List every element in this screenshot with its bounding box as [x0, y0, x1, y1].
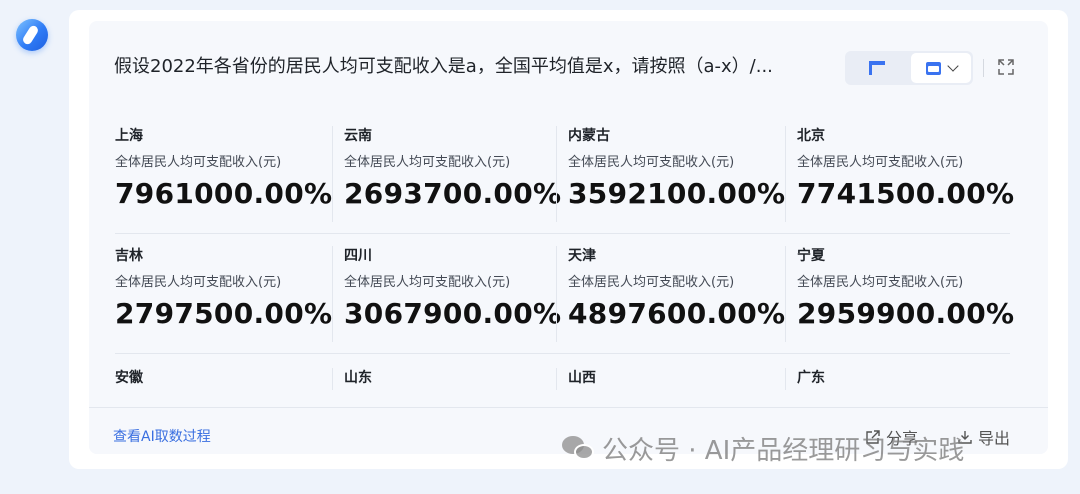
province-card: 吉林 全体居民人均可支配收入(元) 2797500.00%: [115, 246, 339, 331]
cell-divider: [785, 246, 786, 342]
metric-label: 全体居民人均可支配收入(元): [568, 275, 735, 290]
metric-value: 4897600.00%: [568, 297, 786, 330]
province-name: 山西: [568, 370, 596, 386]
export-button[interactable]: 导出: [957, 425, 1010, 449]
cell-divider: [556, 368, 557, 390]
province-card: 四川 全体居民人均可支配收入(元) 3067900.00%: [332, 246, 568, 342]
cell-divider: [332, 126, 333, 222]
calendar-chart-icon: [925, 61, 941, 75]
province-name: 广东: [797, 370, 825, 386]
province-card: 北京 全体居民人均可支配收入(元) 7741500.00%: [785, 126, 1021, 222]
province-card: 广东: [785, 368, 1021, 390]
metric-label: 全体居民人均可支配收入(元): [568, 155, 735, 170]
metric-label: 全体居民人均可支配收入(元): [344, 275, 511, 290]
watermark: 公众号 · AI产品经理研习与实践: [562, 430, 964, 467]
province-name: 山东: [344, 370, 372, 386]
metric-label: 全体居民人均可支配收入(元): [115, 155, 282, 170]
cell-divider: [556, 126, 557, 222]
cell-divider: [332, 246, 333, 342]
table-view-button[interactable]: [845, 51, 909, 85]
province-name: 内蒙古: [568, 128, 610, 144]
result-panel: 假设2022年各省份的居民人均可支配收入是a，全国平均值是x，请按照（a-x）/…: [89, 21, 1048, 454]
province-name: 吉林: [115, 248, 143, 264]
app-logo: [16, 19, 48, 51]
view-toggle: [845, 51, 973, 85]
table-icon: [869, 61, 885, 75]
province-name: 四川: [344, 248, 372, 264]
toolbar-divider: [983, 59, 984, 77]
province-name: 云南: [344, 128, 372, 144]
cell-divider: [785, 126, 786, 222]
metric-label: 全体居民人均可支配收入(元): [115, 275, 282, 290]
answer-card: 假设2022年各省份的居民人均可支配收入是a，全国平均值是x，请按照（a-x）/…: [69, 10, 1068, 469]
metric-value: 2693700.00%: [344, 177, 562, 210]
province-card: 上海 全体居民人均可支配收入(元) 7961000.00%: [115, 126, 339, 211]
metric-value: 3067900.00%: [344, 297, 562, 330]
metric-value: 2959900.00%: [797, 297, 1015, 330]
cell-divider: [556, 246, 557, 342]
row-divider: [115, 353, 1010, 354]
export-label: 导出: [978, 429, 1011, 448]
metric-label: 全体居民人均可支配收入(元): [797, 155, 964, 170]
watermark-text: 公众号 · AI产品经理研习与实践: [602, 436, 965, 466]
wechat-icon: [562, 435, 594, 462]
province-name: 北京: [797, 128, 825, 144]
expand-icon[interactable]: [998, 59, 1014, 75]
province-name: 天津: [568, 248, 596, 264]
chevron-down-icon: [946, 60, 959, 72]
question-text: 假设2022年各省份的居民人均可支配收入是a，全国平均值是x，请按照（a-x）/…: [114, 56, 773, 77]
metric-value: 3592100.00%: [568, 177, 786, 210]
province-card: 云南 全体居民人均可支配收入(元) 2693700.00%: [332, 126, 568, 222]
province-card: 宁夏 全体居民人均可支配收入(元) 2959900.00%: [785, 246, 1021, 342]
province-name: 上海: [115, 128, 143, 144]
province-card: 安徽: [115, 368, 339, 388]
cell-divider: [785, 368, 786, 390]
metric-value: 7741500.00%: [797, 177, 1015, 210]
province-card: 山东: [332, 368, 568, 390]
province-card: 天津 全体居民人均可支配收入(元) 4897600.00%: [556, 246, 792, 342]
metric-label: 全体居民人均可支配收入(元): [344, 155, 511, 170]
province-card: 内蒙古 全体居民人均可支配收入(元) 3592100.00%: [556, 126, 792, 222]
metric-value: 2797500.00%: [115, 297, 333, 330]
province-card: 山西: [556, 368, 792, 390]
province-name: 安徽: [115, 370, 143, 386]
chart-view-dropdown[interactable]: [911, 53, 971, 83]
cell-divider: [332, 368, 333, 390]
metric-value: 7961000.00%: [115, 177, 333, 210]
view-ai-process-link[interactable]: 查看AI取数过程: [113, 426, 211, 446]
row-divider: [115, 233, 1010, 234]
metric-label: 全体居民人均可支配收入(元): [797, 275, 964, 290]
province-name: 宁夏: [797, 248, 825, 264]
